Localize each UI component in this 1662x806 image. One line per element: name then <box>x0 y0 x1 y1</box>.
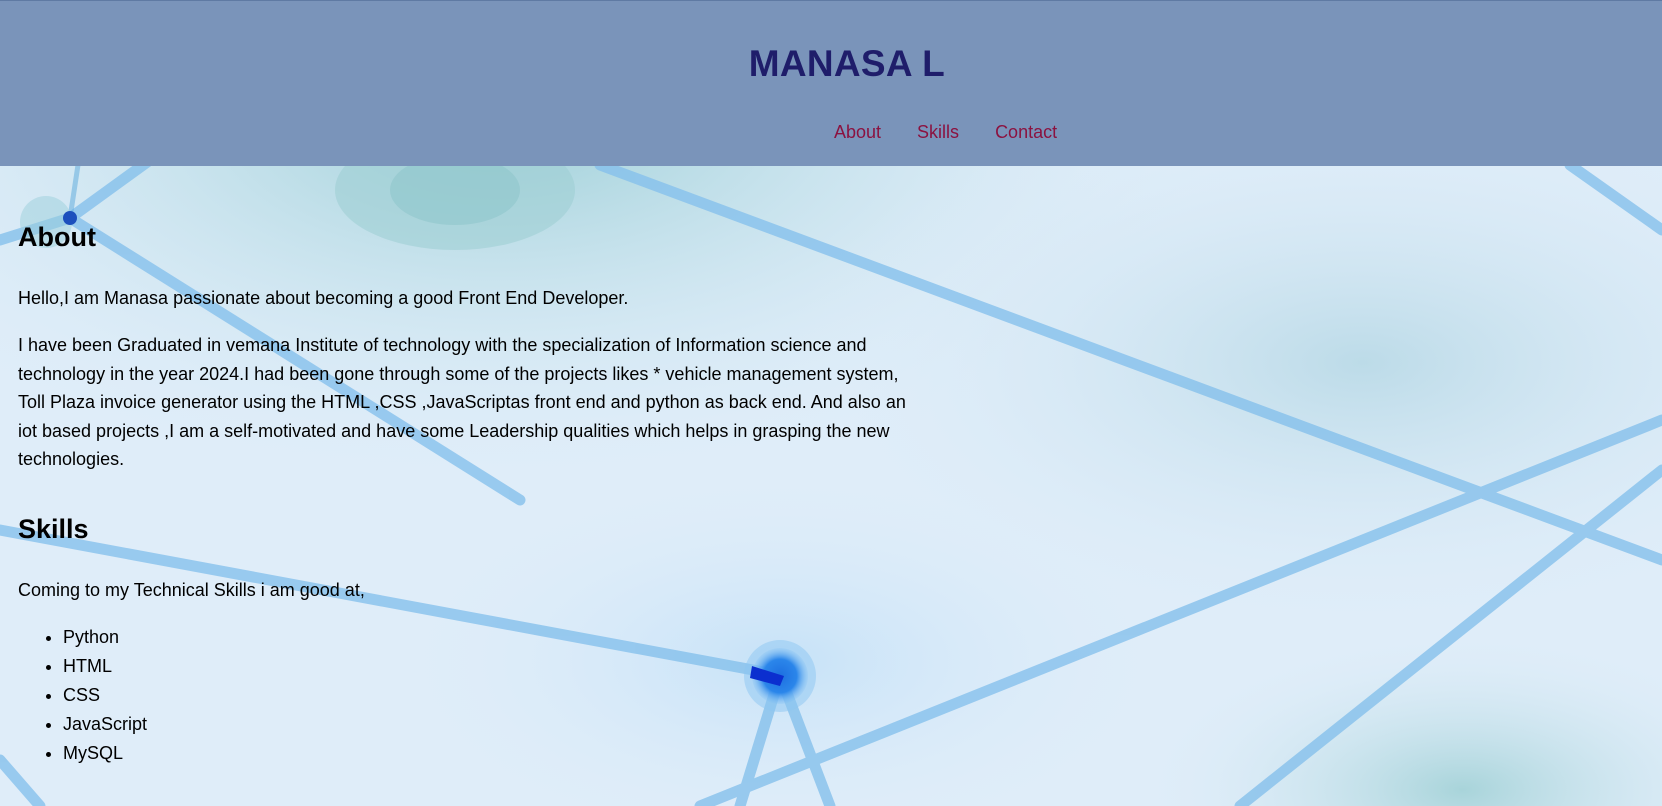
skills-intro-text: Coming to my Technical Skills i am good … <box>18 580 365 600</box>
site-title: MANASA L <box>748 43 946 84</box>
about-body-text: I have been Graduated in vemana Institut… <box>18 335 906 470</box>
main-nav: About Skills Contact <box>834 122 1093 143</box>
about-heading: About <box>18 222 96 252</box>
site-header: MANASA L About Skills Contact <box>0 0 1662 166</box>
nav-link-about[interactable]: About <box>834 122 881 143</box>
skills-heading: Skills <box>18 514 89 544</box>
skill-item-python: Python <box>63 623 147 652</box>
nav-link-skills[interactable]: Skills <box>917 122 959 143</box>
skill-item-css: CSS <box>63 681 147 710</box>
about-intro-text: Hello,I am Manasa passionate about becom… <box>18 288 629 308</box>
nav-link-contact[interactable]: Contact <box>995 122 1057 143</box>
skill-item-html: HTML <box>63 652 147 681</box>
skill-item-mysql: MySQL <box>63 739 147 768</box>
skills-list: Python HTML CSS JavaScript MySQL <box>18 623 147 768</box>
skill-item-javascript: JavaScript <box>63 710 147 739</box>
